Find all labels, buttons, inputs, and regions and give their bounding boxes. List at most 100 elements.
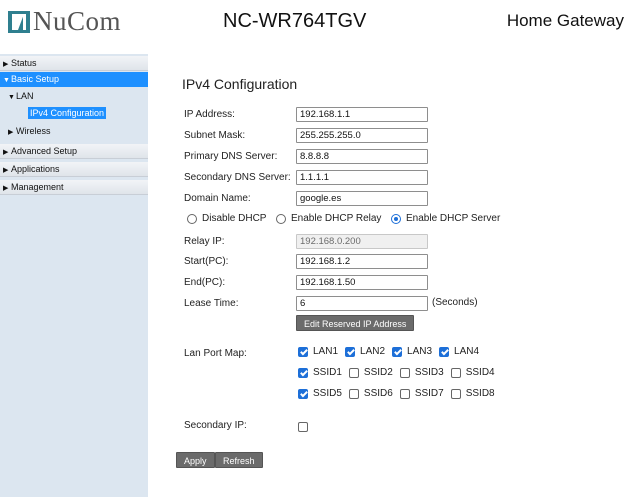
- lan3-option[interactable]: LAN3: [392, 346, 432, 357]
- lan2-option[interactable]: LAN2: [345, 346, 385, 357]
- primary-dns-input[interactable]: [296, 149, 428, 164]
- header: NuCom NC-WR764TGV Home Gateway: [0, 0, 632, 54]
- lan-port-row: LAN1 LAN2 LAN3 LAN4: [298, 346, 486, 357]
- triangle-down-icon: ▼: [3, 77, 10, 84]
- sidebar-item-label: Basic Setup: [11, 74, 60, 84]
- ssid6-label: SSID6: [363, 388, 393, 399]
- ssid2-checkbox[interactable]: [348, 367, 359, 378]
- ssid8-label: SSID8: [465, 388, 495, 399]
- sidebar-item-lan[interactable]: ▼LAN: [0, 89, 148, 104]
- lease-time-label: Lease Time:: [184, 298, 239, 309]
- lan1-label: LAN1: [313, 346, 339, 357]
- ssid6-option[interactable]: SSID6: [348, 388, 393, 399]
- lan4-option[interactable]: LAN4: [439, 346, 479, 357]
- sidebar-item-label: Advanced Setup: [11, 146, 78, 156]
- triangle-right-icon: ▶: [8, 129, 14, 136]
- edit-reserved-ip-button[interactable]: Edit Reserved IP Address: [296, 315, 415, 331]
- lease-time-unit: (Seconds): [432, 297, 478, 308]
- sidebar-item-management[interactable]: ▶ Management: [0, 180, 148, 195]
- primary-dns-label: Primary DNS Server:: [184, 151, 278, 162]
- ssid3-label: SSID3: [414, 367, 444, 378]
- ssid5-label: SSID5: [313, 388, 342, 399]
- ssid5-checkbox[interactable]: [298, 388, 308, 399]
- ssid1-label: SSID1: [313, 367, 342, 378]
- logo-text: NuCom: [33, 6, 122, 36]
- ssid3-checkbox[interactable]: [399, 367, 410, 378]
- lan4-label: LAN4: [454, 346, 480, 357]
- triangle-right-icon: ▶: [3, 61, 9, 68]
- domain-name-label: Domain Name:: [184, 193, 251, 204]
- relay-ip-label: Relay IP:: [184, 236, 225, 247]
- product-name: Home Gateway: [506, 11, 624, 30]
- lan-port-map-label: Lan Port Map:: [184, 348, 247, 359]
- lan3-label: LAN3: [407, 346, 433, 357]
- disable-dhcp-radio[interactable]: [187, 213, 197, 224]
- sidebar-item-label: Applications: [11, 164, 60, 174]
- apply-button[interactable]: Apply: [176, 452, 215, 468]
- domain-name-input[interactable]: [296, 191, 428, 206]
- lan2-label: LAN2: [360, 346, 386, 357]
- triangle-right-icon: ▶: [3, 185, 9, 192]
- ssid2-option[interactable]: SSID2: [348, 367, 393, 378]
- page-title: IPv4 Configuration: [182, 76, 298, 92]
- end-pc-label: End(PC):: [184, 277, 226, 288]
- ssid7-checkbox[interactable]: [399, 388, 410, 399]
- model-name: NC-WR764TGV: [223, 10, 367, 32]
- secondary-ip-option[interactable]: [298, 422, 313, 432]
- sidebar-item-advanced-setup[interactable]: ▶ Advanced Setup: [0, 144, 148, 159]
- secondary-ip-checkbox[interactable]: [298, 422, 308, 432]
- triangle-right-icon: ▶: [3, 167, 9, 174]
- enable-dhcp-relay-radio[interactable]: [276, 213, 286, 224]
- secondary-ip-label: Secondary IP:: [184, 420, 247, 431]
- logo: NuCom: [8, 6, 121, 37]
- subnet-mask-label: Subnet Mask:: [184, 130, 246, 141]
- sidebar-item-wireless[interactable]: ▶ Wireless: [0, 124, 148, 139]
- disable-dhcp-option[interactable]: Disable DHCP: [187, 213, 266, 224]
- ssid7-label: SSID7: [414, 388, 444, 399]
- lan3-checkbox[interactable]: [392, 346, 403, 357]
- ssid6-checkbox[interactable]: [348, 388, 359, 399]
- main-content: IPv4 Configuration IP Address: Subnet Ma…: [148, 54, 632, 497]
- sidebar-item-basic-setup[interactable]: ▼Basic Setup: [0, 72, 148, 87]
- secondary-dns-input[interactable]: [296, 170, 428, 185]
- ssid1-option[interactable]: SSID1: [298, 367, 342, 378]
- ssid8-option[interactable]: SSID8: [450, 388, 495, 399]
- ssid-row-2: SSID5 SSID6 SSID7 SSID8: [298, 388, 502, 399]
- ssid4-checkbox[interactable]: [450, 367, 461, 378]
- sidebar-item-ipv4-configuration[interactable]: IPv4 Configuration: [28, 107, 107, 119]
- enable-dhcp-server-label: Enable DHCP Server: [406, 213, 501, 224]
- ssid3-option[interactable]: SSID3: [399, 367, 444, 378]
- sidebar-item-status[interactable]: ▶ Status: [0, 56, 148, 71]
- refresh-button[interactable]: Refresh: [215, 452, 263, 468]
- triangle-down-icon: ▼: [8, 94, 15, 101]
- lan1-option[interactable]: LAN1: [298, 346, 338, 357]
- lan1-checkbox[interactable]: [298, 346, 308, 357]
- ssid8-checkbox[interactable]: [450, 388, 461, 399]
- ssid4-option[interactable]: SSID4: [450, 367, 495, 378]
- ssid1-checkbox[interactable]: [298, 367, 308, 378]
- lan2-checkbox[interactable]: [345, 346, 356, 357]
- ssid4-label: SSID4: [465, 367, 495, 378]
- nucom-logo-icon: [8, 10, 30, 33]
- enable-dhcp-relay-option[interactable]: Enable DHCP Relay: [276, 213, 381, 224]
- ssid7-option[interactable]: SSID7: [399, 388, 444, 399]
- disable-dhcp-label: Disable DHCP: [202, 213, 267, 224]
- start-pc-label: Start(PC):: [184, 256, 229, 267]
- sidebar-item-applications[interactable]: ▶ Applications: [0, 162, 148, 177]
- lan4-checkbox[interactable]: [439, 346, 450, 357]
- ssid-row-1: SSID1 SSID2 SSID3 SSID4: [298, 367, 502, 378]
- enable-dhcp-server-radio[interactable]: [391, 213, 401, 224]
- lease-time-input[interactable]: [296, 296, 428, 311]
- ip-address-input[interactable]: [296, 107, 428, 122]
- subnet-mask-input[interactable]: [296, 128, 428, 143]
- enable-dhcp-relay-label: Enable DHCP Relay: [291, 213, 382, 224]
- enable-dhcp-server-option[interactable]: Enable DHCP Server: [391, 213, 500, 224]
- ssid5-option[interactable]: SSID5: [298, 388, 342, 399]
- sidebar-item-label: Management: [11, 182, 64, 192]
- secondary-dns-label: Secondary DNS Server:: [184, 172, 291, 183]
- start-pc-input[interactable]: [296, 254, 428, 269]
- triangle-right-icon: ▶: [3, 149, 9, 156]
- relay-ip-input[interactable]: [296, 234, 428, 249]
- ip-address-label: IP Address:: [184, 109, 235, 120]
- end-pc-input[interactable]: [296, 275, 428, 290]
